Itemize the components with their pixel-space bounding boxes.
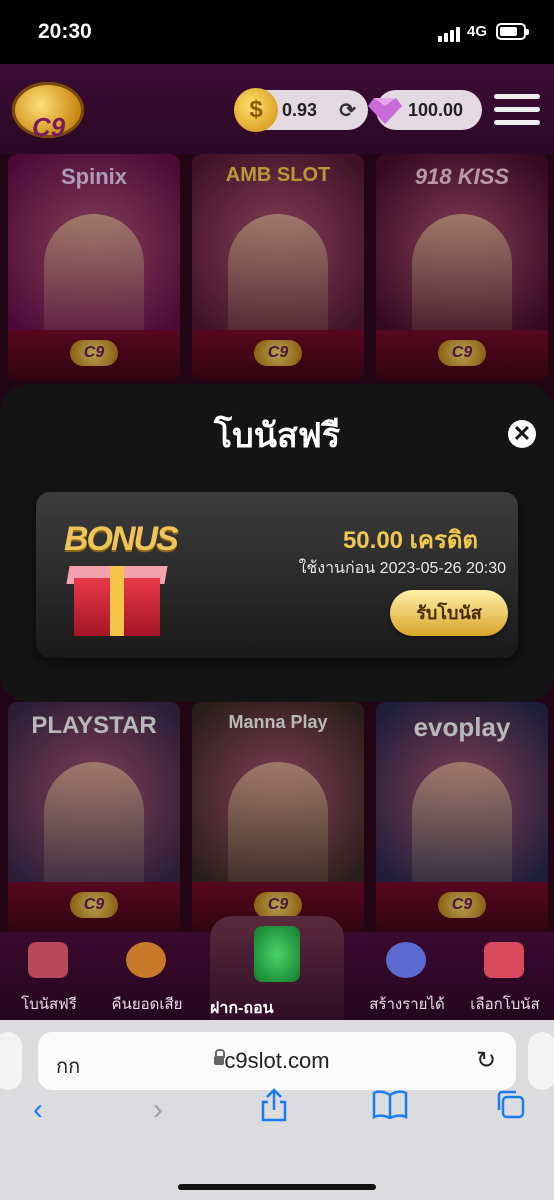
bookmarks-icon[interactable] [368, 1088, 412, 1132]
status-bar: 20:30 4G [0, 0, 554, 64]
share-icon[interactable] [252, 1088, 296, 1132]
nav-label: โบนัสฟรี [21, 996, 77, 1013]
gift-ribbon [110, 566, 124, 636]
forward-icon[interactable]: › [136, 1088, 180, 1132]
url-text: c9slot.com [224, 1048, 330, 1073]
megaphone-icon [484, 942, 524, 978]
site-logo[interactable]: C9 [12, 82, 84, 142]
bonus-expiry: ใช้งานก่อน 2023-05-26 20:30 [298, 560, 506, 577]
nav-label: เลือกโบนัส [470, 996, 540, 1013]
prev-tab[interactable] [0, 1032, 22, 1090]
people-icon [386, 942, 426, 978]
nav-cashback[interactable]: คืนยอดเสีย [92, 932, 202, 1020]
signal-icon [438, 26, 462, 42]
gift-icon [28, 942, 68, 978]
gem-balance: 100.00 [408, 100, 464, 120]
back-icon[interactable]: ‹ [16, 1088, 60, 1132]
address-bar[interactable]: กก c9slot.com ↻ [38, 1032, 516, 1090]
hamburger-menu-icon[interactable] [494, 94, 540, 128]
bonus-amount: 50.00 เครดิต [342, 527, 478, 554]
dollar-coin-icon: $ [234, 88, 278, 132]
cashback-icon [126, 942, 166, 978]
money-icon [254, 926, 300, 982]
status-time: 20:30 [38, 20, 92, 43]
close-icon[interactable]: ✕ [508, 420, 536, 448]
nav-earn-income[interactable]: สร้างรายได้ [352, 932, 462, 1020]
home-indicator[interactable] [178, 1184, 376, 1190]
nav-deposit-withdraw[interactable]: ฝาก-ถอน [210, 916, 344, 1022]
nav-label: คืนยอดเสีย [111, 996, 183, 1013]
gem-icon [368, 98, 402, 124]
claim-bonus-button[interactable]: รับโบนัส [390, 590, 508, 636]
tabs-icon[interactable] [488, 1088, 532, 1132]
network-type: 4G [467, 23, 488, 40]
reload-icon[interactable]: ↻ [476, 1046, 496, 1075]
modal-title: โบนัสฟรี [213, 417, 341, 455]
battery-icon [496, 23, 529, 40]
nav-label: ฝาก-ถอน [210, 1000, 274, 1017]
credit-balance: 0.93 [282, 100, 318, 120]
nav-choose-bonus[interactable]: เลือกโบนัส [450, 932, 554, 1020]
site-header: C9 $ 0.93 ⟳ 100.00 [0, 64, 554, 154]
next-tab[interactable] [528, 1032, 554, 1090]
logo-text: C9 [32, 112, 66, 142]
gem-balance-pill[interactable]: 100.00 [368, 90, 482, 130]
credit-balance-pill[interactable]: $ 0.93 ⟳ [234, 88, 368, 132]
bonus-logo-text: BONUS [64, 520, 179, 558]
nav-label: สร้างรายได้ [369, 996, 445, 1013]
nav-free-bonus[interactable]: โบนัสฟรี [0, 932, 104, 1020]
refresh-icon[interactable]: ⟳ [339, 98, 356, 123]
